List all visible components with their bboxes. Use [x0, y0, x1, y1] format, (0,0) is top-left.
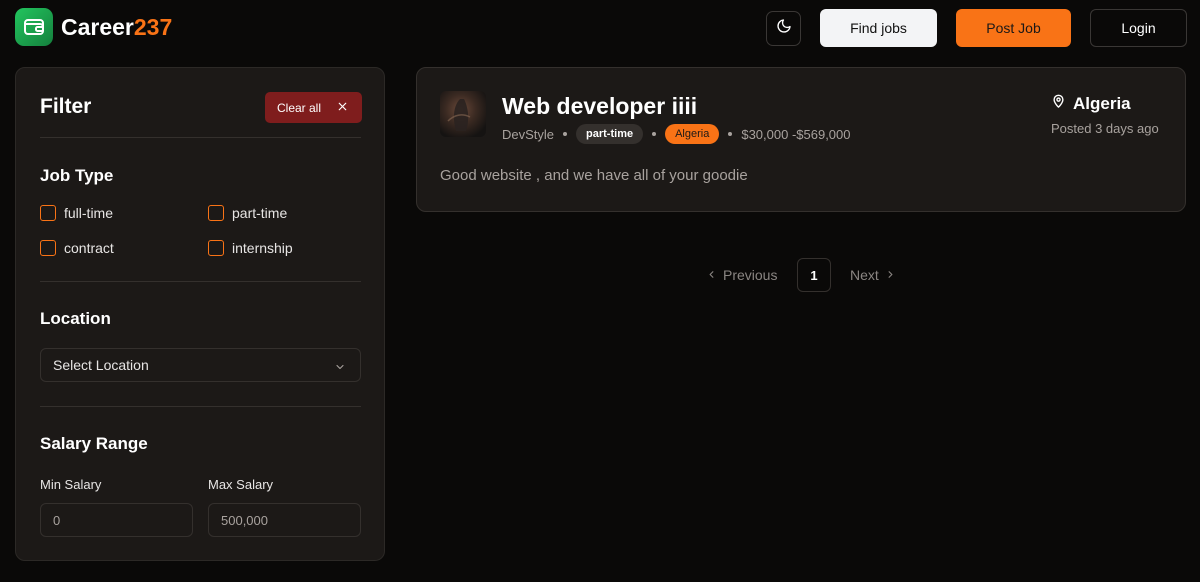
job-location-text: Algeria — [1073, 94, 1131, 113]
job-type-badge: part-time — [576, 124, 644, 144]
location-title: Location — [40, 309, 111, 328]
job-title[interactable]: Web developer iiii — [502, 93, 697, 120]
salary-range-title: Salary Range — [40, 434, 148, 453]
divider — [40, 281, 361, 282]
chevron-left-icon — [706, 267, 717, 283]
previous-page-button[interactable]: Previous — [706, 267, 777, 283]
job-card[interactable]: Web developer iiii DevStyle part-time Al… — [416, 67, 1186, 212]
filter-panel: Filter Clear all Job Type full-time part… — [15, 67, 385, 561]
checkbox-box[interactable] — [40, 205, 56, 221]
checkbox-box[interactable] — [40, 240, 56, 256]
map-pin-icon — [1051, 94, 1066, 114]
top-navbar: Career237 Find jobs Post Job Login — [0, 0, 1200, 56]
checkbox-internship[interactable]: internship — [208, 240, 293, 256]
next-page-button[interactable]: Next — [850, 267, 896, 283]
checkbox-label: part-time — [232, 205, 288, 221]
separator-dot — [563, 132, 568, 136]
min-salary-input[interactable]: 0 — [40, 503, 193, 537]
job-meta: DevStyle part-time Algeria $30,000 -$569… — [502, 124, 851, 144]
max-salary-input[interactable]: 500,000 — [208, 503, 361, 537]
job-location: Algeria — [1051, 94, 1131, 114]
chevron-right-icon — [885, 267, 896, 283]
posted-time: Posted 3 days ago — [1051, 121, 1159, 136]
previous-label: Previous — [723, 267, 778, 283]
job-type-title: Job Type — [40, 166, 114, 185]
checkbox-part-time[interactable]: part-time — [208, 205, 287, 221]
moon-icon — [776, 18, 792, 39]
find-jobs-button[interactable]: Find jobs — [820, 9, 937, 47]
checkbox-full-time[interactable]: full-time — [40, 205, 113, 221]
separator-dot — [728, 132, 733, 136]
separator-dot — [652, 132, 657, 136]
location-select[interactable]: Select Location — [40, 348, 361, 382]
brand-name-accent: 237 — [133, 13, 173, 40]
next-label: Next — [850, 267, 879, 283]
location-select-value: Select Location — [53, 357, 149, 373]
checkbox-label: internship — [232, 240, 293, 256]
company-name: DevStyle — [502, 126, 555, 142]
wallet-icon — [15, 8, 53, 46]
checkbox-box[interactable] — [208, 205, 224, 221]
brand-name: Career237 — [61, 13, 173, 40]
company-logo — [440, 91, 486, 137]
theme-toggle-button[interactable] — [766, 11, 801, 46]
page-number-button[interactable]: 1 — [797, 258, 831, 292]
clear-all-label: Clear all — [277, 100, 322, 115]
filter-title: Filter — [40, 95, 92, 118]
divider — [40, 137, 361, 138]
checkbox-contract[interactable]: contract — [40, 240, 114, 256]
salary-range: $30,000 -$569,000 — [741, 126, 851, 142]
divider — [40, 406, 361, 407]
chevron-down-icon — [334, 360, 346, 376]
login-button[interactable]: Login — [1090, 9, 1187, 47]
job-description: Good website , and we have all of your g… — [440, 167, 748, 184]
post-job-button[interactable]: Post Job — [956, 9, 1071, 47]
checkbox-label: full-time — [64, 205, 114, 221]
checkbox-label: contract — [64, 240, 114, 256]
close-icon — [336, 100, 349, 116]
location-badge: Algeria — [665, 124, 720, 144]
max-salary-label: Max Salary — [208, 477, 274, 492]
min-salary-label: Min Salary — [40, 477, 102, 492]
pagination: Previous 1 Next — [706, 258, 896, 292]
brand[interactable]: Career237 — [15, 8, 172, 46]
clear-all-button[interactable]: Clear all — [265, 92, 362, 123]
checkbox-box[interactable] — [208, 240, 224, 256]
